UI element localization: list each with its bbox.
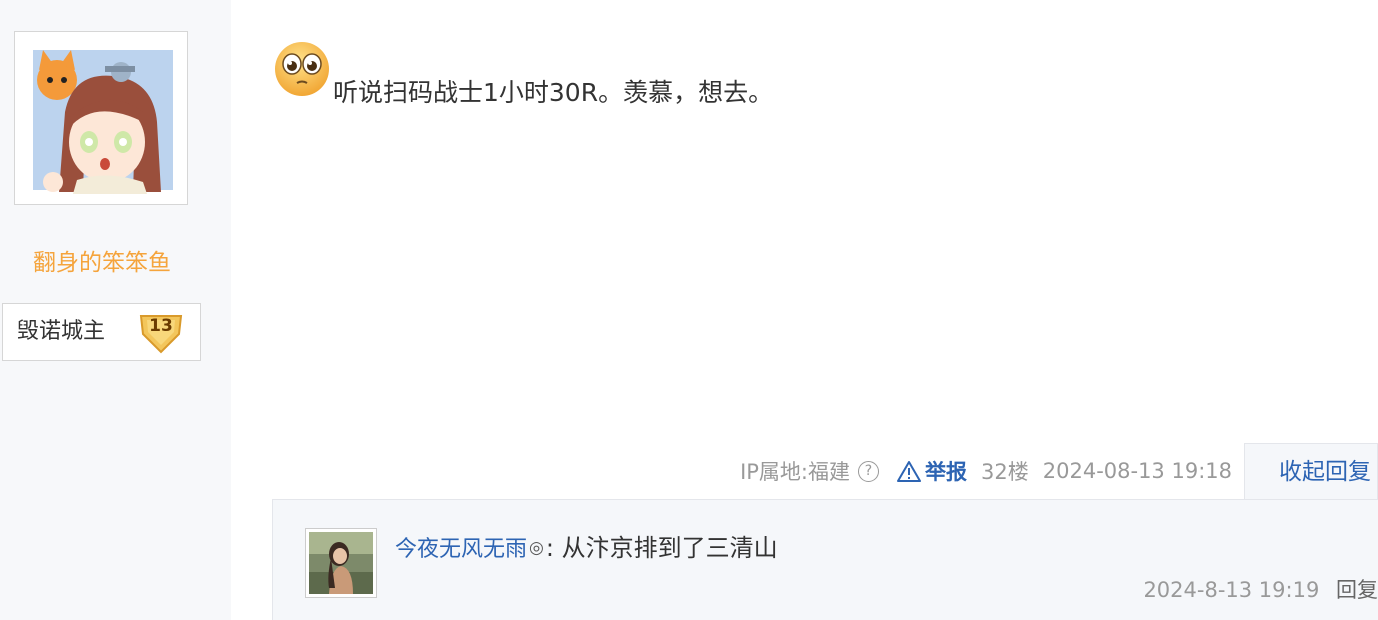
report-link[interactable]: 举报: [897, 456, 967, 486]
reply-list: 今夜无风无雨 ◎: 从汴京排到了三清山 2024-8-13 19:19 回复: [272, 499, 1378, 620]
author-avatar[interactable]: [14, 31, 188, 205]
author-sidebar: 翻身的笨笨鱼 毁诺城主 13: [0, 0, 231, 620]
post-timestamp: 2024-08-13 19:18: [1042, 459, 1232, 483]
post-meta-bar: IP属地:福建 ? 举报 32楼 2024-08-13 19:18: [740, 454, 1232, 488]
rank-title: 毁诺城主: [17, 319, 106, 344]
reply-line: 今夜无风无雨 ◎: 从汴京排到了三清山: [395, 532, 778, 566]
reply-meta: 2024-8-13 19:19 回复: [1143, 576, 1378, 604]
reply-user-mark: ◎: [529, 538, 544, 558]
reply-separator: :: [545, 534, 554, 562]
pleading-face-emoji-icon: [275, 42, 329, 96]
anime-girl-avatar-icon: [33, 50, 173, 194]
reply-username[interactable]: 今夜无风无雨: [395, 537, 527, 562]
warning-icon: [897, 461, 922, 482]
ip-location: IP属地:福建: [740, 460, 851, 484]
help-icon[interactable]: ?: [858, 460, 880, 482]
user-photo-icon: [309, 532, 373, 594]
collapse-replies-button[interactable]: 收起回复: [1244, 443, 1378, 500]
author-username[interactable]: 翻身的笨笨鱼: [0, 247, 204, 279]
floor-number: 32楼: [981, 460, 1029, 484]
reply-text: 从汴京排到了三清山: [553, 534, 778, 562]
reply-button[interactable]: 回复: [1336, 578, 1378, 602]
level-number: 13: [149, 316, 173, 336]
rank-badge-box: 毁诺城主 13: [2, 303, 201, 361]
post-text: 听说扫码战士1小时30R。羡慕，想去。: [333, 78, 774, 107]
reply-avatar[interactable]: [305, 528, 377, 598]
reply-timestamp: 2024-8-13 19:19: [1143, 578, 1320, 602]
level-badge-icon: 13: [137, 310, 185, 354]
report-label: 举报: [925, 460, 968, 484]
